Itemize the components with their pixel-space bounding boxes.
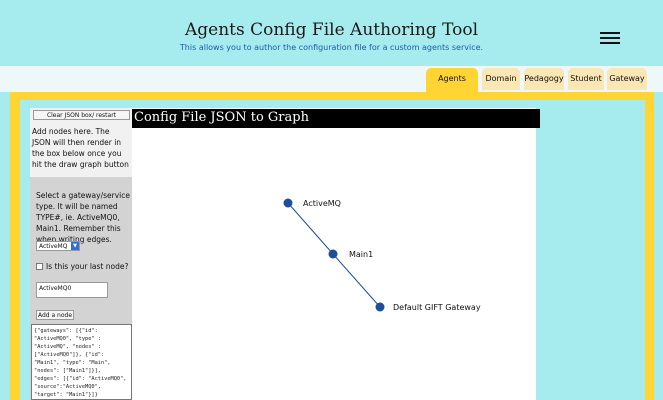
- tab-domain[interactable]: Domain: [482, 68, 520, 90]
- graph-node-label: Default GIFT Gateway: [393, 303, 481, 312]
- hamburger-menu-icon[interactable]: [600, 32, 620, 44]
- graph-title: Config File JSON to Graph: [134, 110, 309, 125]
- tab-pedagogy[interactable]: Pedagogy: [524, 68, 564, 90]
- clear-json-button[interactable]: Clear JSON box/ restart: [33, 110, 130, 120]
- last-node-label: Is this your last node?: [46, 262, 129, 271]
- add-nodes-instructions: Add nodes here. The JSON will then rende…: [32, 127, 129, 169]
- last-node-checkbox[interactable]: [36, 263, 43, 270]
- tab-gateway[interactable]: Gateway: [607, 68, 647, 90]
- graph-node-default-gateway[interactable]: [375, 302, 385, 312]
- json-textarea[interactable]: {"gateways": [{"id": "ActiveMQ0", "type"…: [31, 324, 132, 400]
- graph-canvas: ActiveMQ Main1 Default GIFT Gateway: [283, 198, 481, 312]
- graph-node-label: Main1: [349, 250, 373, 259]
- select-gateway-instructions: Select a gateway/service type. It will b…: [36, 191, 130, 244]
- tab-student[interactable]: Student: [568, 68, 604, 90]
- node-name-input[interactable]: ActiveMQ0: [36, 282, 108, 298]
- graph-node-activemq[interactable]: [283, 198, 293, 208]
- graph-edge: [332, 253, 381, 308]
- chevron-down-icon: ▼: [71, 242, 79, 250]
- app-subtitle: This allows you to author the configurat…: [179, 43, 484, 52]
- last-node-checkbox-row[interactable]: Is this your last node?: [36, 262, 128, 271]
- graph-edge: [287, 202, 334, 255]
- graph-node-main1[interactable]: [328, 249, 338, 259]
- gateway-type-select-value: ActiveMQ: [39, 243, 68, 250]
- add-node-button[interactable]: Add a node: [36, 310, 74, 320]
- graph-node-label: ActiveMQ: [303, 199, 341, 208]
- tab-agents[interactable]: Agents: [426, 68, 478, 94]
- app-title: Agents Config File Authoring Tool: [184, 20, 479, 40]
- gateway-type-select[interactable]: ActiveMQ ▼: [36, 241, 80, 251]
- header: Agents Config File Authoring Tool This a…: [0, 0, 663, 66]
